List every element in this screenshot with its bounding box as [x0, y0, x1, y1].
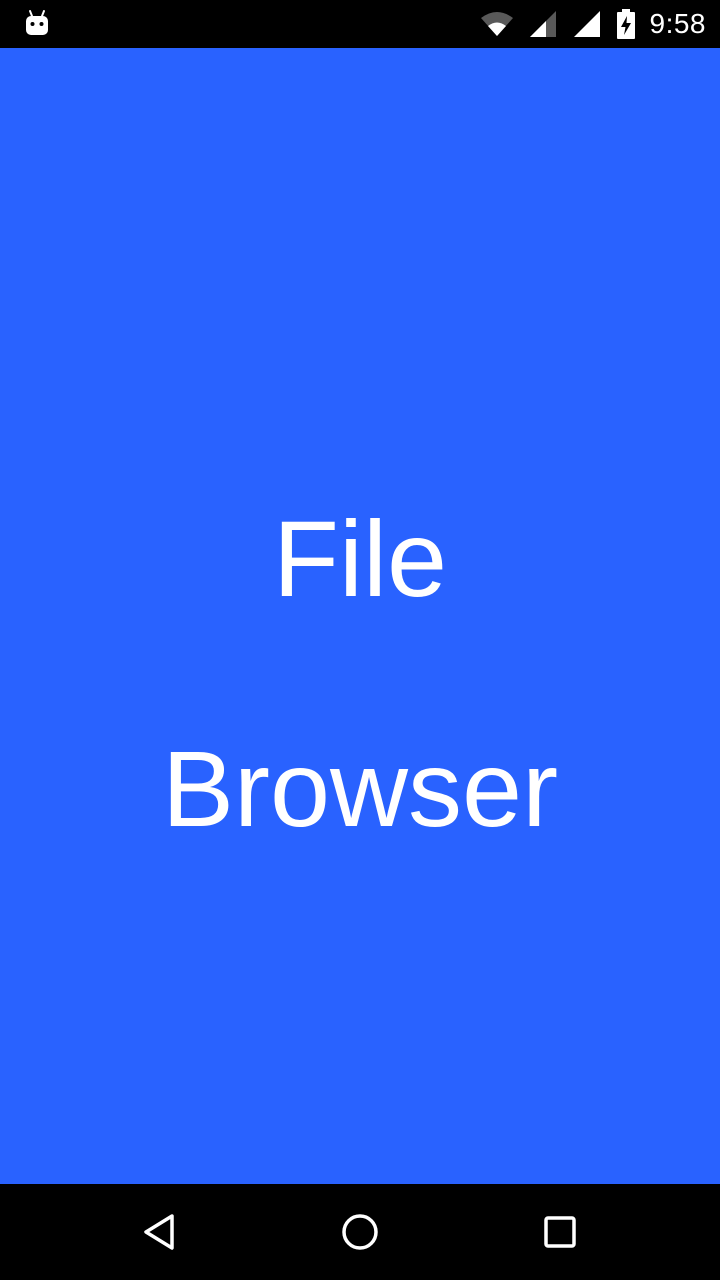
signal-icon: [528, 9, 558, 39]
app-title-line-1: File: [272, 498, 448, 619]
status-icons: 9:58: [480, 0, 707, 48]
splash-screen: File Browser: [0, 48, 720, 1184]
wifi-icon: [480, 10, 514, 38]
app-title-line-2: Browser: [161, 728, 559, 849]
device-screen: 9:58 File Browser: [0, 0, 720, 1280]
signal-icon: [572, 9, 602, 39]
status-clock: 9:58: [649, 8, 706, 39]
home-icon: [342, 1214, 378, 1250]
back-icon: [144, 1214, 174, 1250]
battery-charging-icon: [616, 9, 636, 39]
recents-icon: [544, 1216, 576, 1248]
home-button[interactable]: [336, 1208, 384, 1256]
android-debug-icon: [22, 8, 52, 38]
status-bar: 9:58: [0, 0, 720, 48]
back-button[interactable]: [136, 1208, 184, 1256]
navigation-bar: [0, 1184, 720, 1280]
recents-button[interactable]: [536, 1208, 584, 1256]
app-title: File Browser: [0, 444, 720, 904]
